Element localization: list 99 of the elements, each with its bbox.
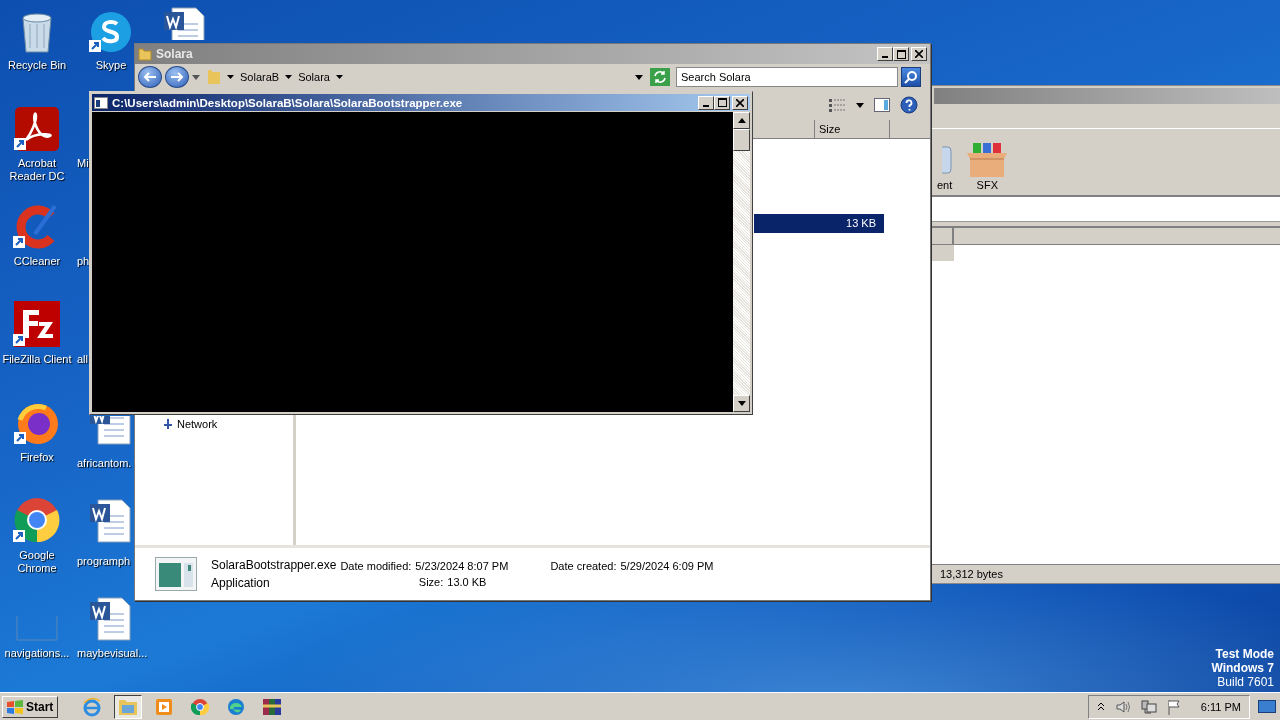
play-icon (155, 697, 174, 716)
field-label: Date created: (550, 560, 617, 572)
file-name: SolaraBootstrapper.exe (211, 558, 337, 572)
speaker-icon[interactable] (1114, 699, 1131, 714)
folder-icon (207, 69, 221, 85)
search-button[interactable] (901, 67, 921, 87)
maximize-icon (896, 49, 906, 59)
minimize-icon (882, 56, 888, 58)
window-title: C:\Users\admin\Desktop\SolaraB\Solara\SolaraBootstrapper.exe (112, 96, 463, 109)
back-button[interactable] (138, 66, 162, 88)
field-label: Date modified: (340, 560, 412, 572)
scroll-thumb[interactable] (733, 129, 750, 151)
toolbar-button[interactable]: SFX (964, 143, 1011, 191)
forward-button[interactable] (165, 66, 189, 88)
archive-icon (262, 696, 283, 717)
desktop-icon-label[interactable]: Skype (95, 59, 127, 72)
browser-icon (191, 697, 210, 716)
field-value: 5/29/2024 6:09 PM (620, 560, 714, 572)
browser-icon (227, 697, 246, 716)
console-icon (94, 96, 108, 109)
chevron-up-icon[interactable] (1096, 702, 1105, 711)
caret-icon[interactable] (335, 75, 343, 79)
field-value: 5/23/2024 8:07 PM (415, 560, 509, 572)
preview-pane-icon[interactable] (874, 98, 890, 112)
scroll-up-button[interactable] (733, 112, 750, 129)
close-button[interactable] (732, 95, 748, 110)
desktop-icon-label[interactable]: africantom. (77, 457, 132, 470)
desktop-icon-label[interactable]: FileZilla Client (2, 353, 72, 366)
taskbar-button[interactable] (114, 694, 143, 719)
skype-icon[interactable] (89, 10, 133, 54)
acrobat-icon[interactable] (14, 106, 60, 152)
network-icon (163, 419, 173, 429)
forward-arrow-icon (170, 72, 184, 82)
browser-icon (82, 696, 103, 717)
minimize-button[interactable] (698, 95, 714, 110)
folder-icon (118, 697, 139, 716)
desktop-icon-label[interactable]: maybevisual... (77, 647, 148, 660)
os-notice-text: Windows 7 (1211, 661, 1274, 675)
os-notice-text: Test Mode (1215, 647, 1274, 661)
desktop-icon-label[interactable]: ph (77, 255, 90, 268)
desktop-icon-label[interactable]: Recycle Bin (7, 59, 67, 72)
address-bar[interactable]: SolaraB Solara (203, 67, 647, 87)
close-icon (915, 50, 923, 58)
back-arrow-icon (143, 72, 157, 82)
caret-icon[interactable] (285, 75, 293, 79)
desktop-icon-label[interactable]: programph (77, 555, 131, 568)
close-icon (736, 98, 744, 107)
nav-item[interactable]: Network (177, 418, 218, 430)
scrollbar[interactable] (733, 112, 750, 412)
start-button[interactable]: Start (2, 695, 59, 718)
desktop-icon-label[interactable]: Acrobat Reader DC (4, 157, 70, 183)
view-list-icon[interactable] (828, 98, 846, 112)
breadcrumb-item[interactable]: Solara (298, 71, 330, 83)
search-field[interactable]: Search Solara (676, 67, 898, 87)
maximize-button[interactable] (893, 47, 909, 61)
windows-logo-icon (7, 699, 23, 714)
os-notice-text: Build 7601 (1217, 675, 1274, 689)
desktop-icon-label[interactable]: navigations... (4, 647, 70, 660)
desktop-icon-label[interactable]: all (77, 353, 88, 366)
search-icon (904, 70, 918, 84)
word-document-icon[interactable] (162, 6, 208, 40)
caret-icon[interactable] (227, 75, 234, 79)
down-arrow-icon (737, 401, 746, 406)
toolbar-button[interactable]: ent (932, 143, 953, 191)
status-text: 13,312 bytes (932, 564, 1280, 583)
desktop-icon-label[interactable]: CCleaner (13, 255, 61, 268)
dropdown-icon[interactable] (635, 74, 643, 80)
help-icon[interactable] (900, 96, 918, 114)
maximize-button[interactable] (714, 95, 730, 110)
flag-icon[interactable] (1166, 698, 1181, 715)
dropdown-icon[interactable] (856, 102, 864, 108)
application-icon (155, 557, 197, 591)
network-icon[interactable] (1140, 698, 1157, 715)
desktop-icon (1258, 699, 1276, 714)
desktop-icon-label[interactable]: Google Chrome (12, 549, 62, 575)
scroll-down-button[interactable] (733, 395, 750, 412)
desktop-icon-label[interactable]: Mi (77, 157, 89, 170)
minimize-icon (703, 104, 709, 107)
minimize-button[interactable] (877, 47, 893, 61)
window-title: Solara (156, 47, 193, 61)
word-document-icon[interactable] (88, 596, 134, 642)
word-document-icon[interactable] (88, 498, 134, 544)
up-arrow-icon (737, 118, 746, 123)
column-header[interactable]: Size (815, 120, 890, 138)
desktop-icon-label[interactable]: Firefox (20, 451, 54, 464)
field-value: 13.0 KB (447, 576, 487, 588)
breadcrumb-item[interactable]: SolaraB (240, 71, 280, 83)
clock[interactable]: 6:11 PM (1200, 700, 1241, 713)
field-label: Size: (418, 576, 444, 588)
file-type: Application (211, 576, 271, 590)
folder-icon (138, 47, 152, 61)
box-icon (967, 143, 1008, 177)
filezilla-icon[interactable] (13, 300, 61, 348)
chrome-icon[interactable] (13, 496, 61, 544)
close-button[interactable] (911, 47, 927, 61)
file-row[interactable]: 13 KB (754, 214, 884, 233)
word-document-icon[interactable] (88, 416, 134, 446)
refresh-icon[interactable] (650, 68, 670, 86)
maximize-icon (717, 98, 727, 107)
